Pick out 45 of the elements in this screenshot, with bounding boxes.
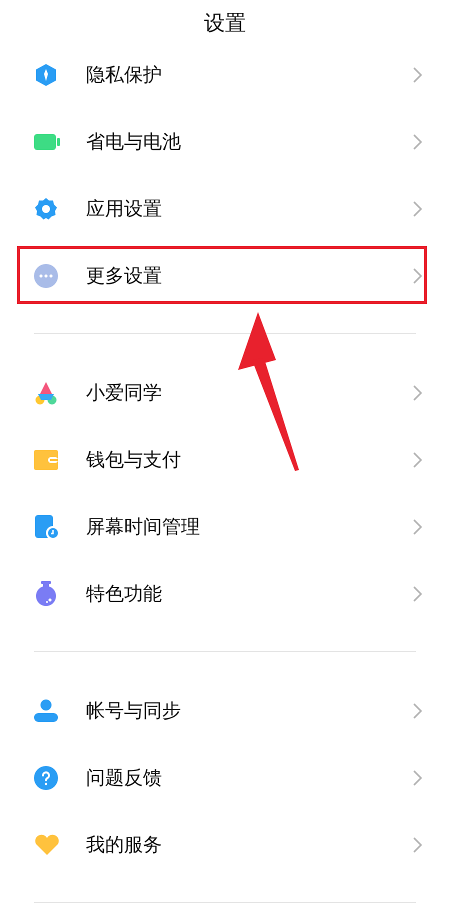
item-label: 更多设置 xyxy=(86,264,163,288)
assistant-icon xyxy=(34,380,58,404)
chevron-icon xyxy=(413,134,422,150)
chevron-icon xyxy=(413,770,422,786)
battery-icon xyxy=(34,134,60,150)
settings-item[interactable]: 应用设置 xyxy=(0,175,450,242)
chevron-icon xyxy=(413,518,422,534)
item-label: 应用设置 xyxy=(86,196,163,222)
settings-item[interactable]: 问题反馈 xyxy=(0,744,450,811)
settings-item[interactable]: 更多设置 xyxy=(0,242,450,309)
chevron-icon xyxy=(413,836,422,852)
settings-item[interactable]: 隐私保护 xyxy=(0,41,450,108)
item-label: 问题反馈 xyxy=(86,766,163,790)
chevron-icon xyxy=(413,586,422,602)
phone-clock-icon xyxy=(34,514,60,540)
chevron-icon xyxy=(413,66,422,82)
settings-item[interactable]: 省电与电池 xyxy=(0,108,450,175)
item-label: 钱包与支付 xyxy=(86,448,182,472)
heart-icon xyxy=(34,834,60,856)
page-title: 设置 xyxy=(203,10,247,36)
gear-icon xyxy=(34,196,58,220)
item-label: 屏幕时间管理 xyxy=(86,514,201,540)
chevron-icon xyxy=(413,452,422,468)
chevron-icon xyxy=(413,200,422,216)
settings-item[interactable]: 特色功能 xyxy=(0,560,450,627)
item-label: 我的服务 xyxy=(86,832,163,858)
chevron-icon xyxy=(413,384,422,400)
settings-item[interactable]: 帐号与同步 xyxy=(0,677,450,744)
chevron-icon xyxy=(413,702,422,718)
settings-item[interactable]: 我的服务 xyxy=(0,811,450,878)
chevron-icon xyxy=(413,268,422,284)
settings-item[interactable]: 小爱同学 xyxy=(0,359,450,426)
wallet-icon xyxy=(34,450,58,470)
settings-item[interactable]: 钱包与支付 xyxy=(0,426,450,493)
item-label: 特色功能 xyxy=(86,582,163,606)
item-label: 小爱同学 xyxy=(86,380,163,406)
flask-icon xyxy=(34,580,58,606)
more-icon xyxy=(34,264,58,288)
settings-item[interactable]: 屏幕时间管理 xyxy=(0,493,450,560)
shield-icon xyxy=(34,62,58,86)
item-label: 隐私保护 xyxy=(86,62,163,88)
item-label: 省电与电池 xyxy=(86,130,182,154)
help-icon xyxy=(34,766,58,790)
item-label: 帐号与同步 xyxy=(86,698,182,724)
person-icon xyxy=(34,698,58,722)
